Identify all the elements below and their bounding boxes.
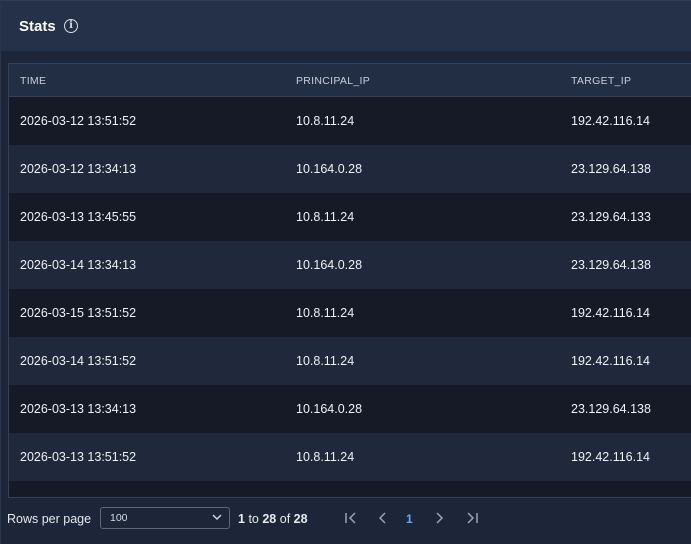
table-header-row: TIME PRINCIPAL_IP TARGET_IP [9, 64, 691, 97]
current-page-number[interactable]: 1 [406, 512, 413, 526]
table-row[interactable]: 2026-03-13 13:45:55 10.8.11.24 23.129.64… [9, 193, 691, 241]
cell-principal-ip: 10.164.0.28 [296, 402, 363, 416]
cell-target-ip: 192.42.116.14 [571, 306, 651, 320]
panel-header: Stats i [1, 0, 691, 51]
cell-time: 2026-03-13 13:45:55 [20, 210, 137, 224]
rows-per-page-label: Rows per page [7, 512, 92, 526]
cell-principal-ip: 10.8.11.24 [296, 210, 355, 224]
info-icon[interactable]: i [64, 19, 78, 33]
column-header-target-ip[interactable]: TARGET_IP [571, 75, 631, 87]
table-row[interactable]: 2026-03-12 13:51:52 10.8.11.24 192.42.11… [9, 97, 691, 145]
cell-principal-ip: 10.8.11.24 [296, 114, 355, 128]
cell-target-ip: 192.42.116.14 [571, 450, 651, 464]
page-summary: 1 to 28 of 28 [238, 512, 308, 526]
cell-time: 2026-03-13 13:34:13 [20, 402, 137, 416]
first-page-icon[interactable] [343, 510, 359, 526]
cell-time: 2026-03-12 13:34:13 [20, 162, 137, 176]
table-row[interactable]: 2026-03-12 13:34:13 10.164.0.28 23.129.6… [9, 145, 691, 193]
stats-table: TIME PRINCIPAL_IP TARGET_IP 2026-03-12 1… [8, 63, 691, 498]
next-page-icon[interactable] [431, 510, 447, 526]
range-start: 1 [238, 512, 245, 526]
last-page-icon[interactable] [464, 510, 480, 526]
cell-time: 2026-03-14 13:34:13 [20, 258, 137, 272]
cell-target-ip: 23.129.64.138 [571, 258, 651, 272]
table-row[interactable]: 2026-03-14 13:34:13 10.164.0.28 23.129.6… [9, 241, 691, 289]
cell-principal-ip: 10.164.0.28 [296, 258, 363, 272]
table-row-partial[interactable] [9, 481, 691, 497]
cell-target-ip: 192.42.116.14 [571, 354, 651, 368]
rows-per-page-select[interactable]: 100 [100, 507, 230, 529]
table-row[interactable]: 2026-03-13 13:51:52 10.8.11.24 192.42.11… [9, 433, 691, 481]
column-header-principal-ip[interactable]: PRINCIPAL_IP [296, 75, 370, 87]
stats-panel: Stats i TIME PRINCIPAL_IP TARGET_IP 2026… [0, 0, 691, 544]
cell-target-ip: 23.129.64.138 [571, 402, 651, 416]
cell-principal-ip: 10.8.11.24 [296, 306, 355, 320]
cell-time: 2026-03-12 13:51:52 [20, 114, 137, 128]
range-end: 28 [262, 512, 277, 526]
range-total: 28 [293, 512, 308, 526]
table-row[interactable]: 2026-03-14 13:51:52 10.8.11.24 192.42.11… [9, 337, 691, 385]
column-header-time[interactable]: TIME [20, 75, 46, 87]
cell-target-ip: 23.129.64.133 [571, 210, 651, 224]
cell-target-ip: 23.129.64.138 [571, 162, 651, 176]
panel-title: Stats [19, 18, 56, 35]
cell-principal-ip: 10.8.11.24 [296, 450, 355, 464]
cell-target-ip: 192.42.116.14 [571, 114, 651, 128]
cell-principal-ip: 10.8.11.24 [296, 354, 355, 368]
table-row[interactable]: 2026-03-13 13:34:13 10.164.0.28 23.129.6… [9, 385, 691, 433]
pagination-bar: Rows per page 100 1 to 28 of 28 1 [1, 498, 691, 544]
previous-page-icon[interactable] [375, 510, 391, 526]
cell-time: 2026-03-15 13:51:52 [20, 306, 137, 320]
table-row[interactable]: 2026-03-15 13:51:52 10.8.11.24 192.42.11… [9, 289, 691, 337]
cell-principal-ip: 10.164.0.28 [296, 162, 363, 176]
range-of: of [279, 512, 291, 526]
cell-time: 2026-03-14 13:51:52 [20, 354, 137, 368]
cell-time: 2026-03-13 13:51:52 [20, 450, 137, 464]
range-to: to [248, 512, 259, 526]
chevron-down-icon [212, 514, 222, 520]
rows-per-page-value: 100 [110, 512, 128, 524]
